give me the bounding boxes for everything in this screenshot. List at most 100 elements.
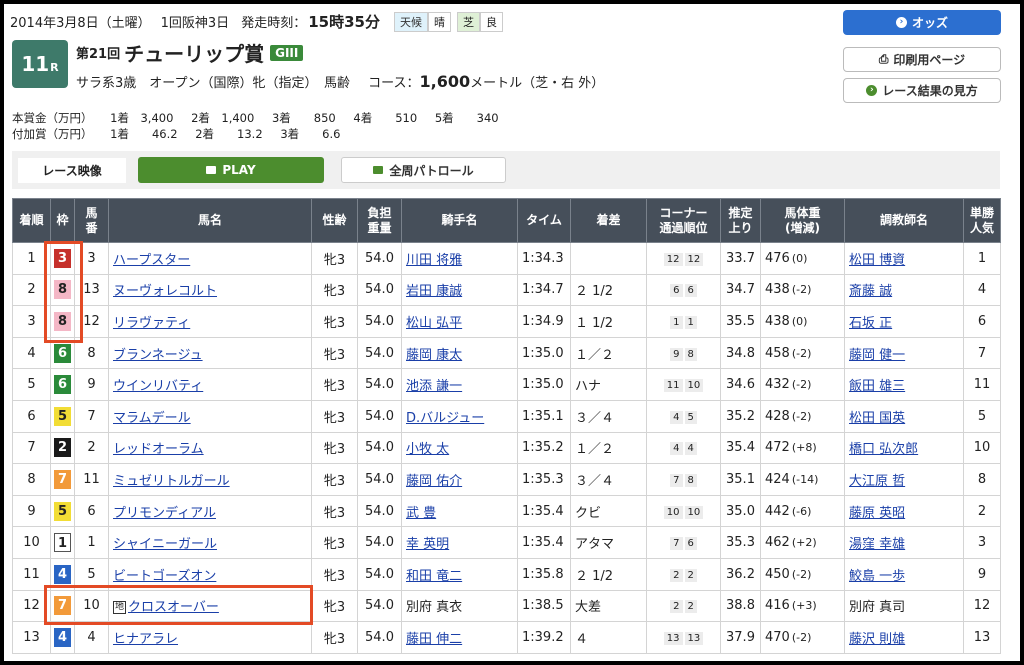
added-prize-label: 付加賞（万円）	[12, 127, 93, 141]
corner-1: 13	[663, 631, 683, 645]
finish-time-value: 1:35.4	[522, 503, 564, 519]
finish-time: 1:34.3	[517, 242, 571, 275]
body-weight: 416 (+3)	[760, 589, 845, 623]
trainer-link[interactable]: 橋口 弘次郎	[849, 442, 918, 457]
corner-positions: 76	[646, 526, 721, 559]
trainer-link[interactable]: 湯窪 幸雄	[849, 537, 905, 552]
finish-time-value: 1:38.5	[522, 598, 564, 614]
jockey-cell: 武 豊	[401, 494, 518, 528]
margin-value: アタマ	[575, 537, 615, 553]
body-weight-diff: (-2)	[791, 409, 812, 423]
play-video-button[interactable]: PLAY	[138, 157, 324, 183]
jockey-link[interactable]: 松山 弘平	[406, 316, 462, 331]
finish-position: 8	[12, 463, 51, 496]
finish-time: 1:35.0	[517, 336, 571, 370]
margin: 大差	[570, 589, 647, 623]
trainer-link[interactable]: 藤岡 健一	[849, 348, 905, 363]
jockey-link[interactable]: 武 豊	[406, 506, 436, 521]
horse-name-link[interactable]: シャイニーガール	[113, 537, 217, 552]
trainer-link[interactable]: 松田 博資	[849, 253, 905, 268]
horse-name-link[interactable]: マラムデール	[113, 411, 191, 426]
jockey-link[interactable]: 幸 英明	[406, 537, 449, 552]
odds-button[interactable]: › オッズ	[843, 10, 1001, 35]
carried-weight: 54.0	[357, 305, 402, 338]
corner-positions: 11	[646, 305, 721, 338]
body-weight-diff: (-2)	[791, 283, 812, 297]
trainer-link[interactable]: 斎藤 誠	[849, 284, 892, 299]
horse-number-value: 12	[83, 313, 100, 329]
waku-cell: 5	[50, 399, 75, 433]
margin: ４	[570, 621, 647, 654]
horse-name-link[interactable]: レッドオーラム	[113, 442, 204, 457]
horse-number: 12	[74, 305, 109, 338]
carried-weight-value: 54.0	[365, 503, 394, 519]
horse-name-link[interactable]: クロスオーバー	[128, 600, 219, 615]
trainer-link[interactable]: 藤原 英昭	[849, 506, 905, 521]
corner-2: 10	[684, 505, 704, 519]
table-row: 13 4 4 ヒナアラレ 牝3 54.0 藤田 伸二 1:39.2 ４ 13 13 37.9 470 (-…	[12, 621, 1001, 654]
horse-name-link[interactable]: ハープスター	[113, 253, 190, 268]
jockey-link[interactable]: 藤岡 康太	[406, 348, 462, 363]
print-page-button[interactable]: ⎙ 印刷用ページ	[843, 47, 1001, 72]
waku-badge: 4	[54, 627, 71, 647]
corner-2: 12	[684, 252, 704, 266]
horse-name-link[interactable]: ヌーヴォレコルト	[113, 284, 217, 299]
jockey-link[interactable]: 和田 竜二	[406, 569, 462, 584]
video-bar: レース映像 PLAY 全周パトロール	[12, 151, 1000, 189]
horse-name-cell: マラムデール	[108, 399, 312, 433]
horse-name-link[interactable]: プリモンディアル	[113, 506, 216, 521]
finish-position-value: 6	[27, 408, 36, 424]
race-number: 11	[21, 52, 50, 76]
popularity: 12	[963, 589, 1001, 623]
carried-weight: 54.0	[357, 273, 402, 307]
result-guide-button[interactable]: › レース結果の見方	[843, 78, 1001, 103]
carried-weight-value: 54.0	[365, 345, 394, 361]
corner-1: 12	[663, 252, 683, 266]
meeting-info: 1回阪神3日	[160, 16, 230, 31]
horse-name-cell: ミュゼリトルガール	[108, 463, 312, 496]
sex-age: 牝3	[311, 494, 358, 528]
finish-time-value: 1:39.2	[522, 629, 564, 645]
jockey-link[interactable]: 川田 将雅	[406, 253, 462, 268]
finish-position-value: 5	[27, 377, 36, 393]
jockey-name: 別府 真衣	[406, 600, 463, 616]
patrol-video-button[interactable]: 全周パトロール	[341, 157, 506, 183]
jockey-link[interactable]: 岩田 康誠	[406, 284, 462, 299]
margin-value: ２ 1/2	[575, 568, 614, 584]
horse-name-cell: ビートゴーズオン	[108, 557, 312, 591]
horse-name-link[interactable]: ブランネージュ	[113, 348, 203, 363]
horse-name-link[interactable]: ヒナアラレ	[113, 632, 178, 647]
table-row: 8 7 11 ミュゼリトルガール 牝3 54.0 藤岡 佑介 1:35.3 ３／４ 7 8 35.1 4…	[12, 463, 1001, 496]
horse-name-cell: ヌーヴォレコルト	[108, 273, 312, 307]
jockey-link[interactable]: D.バルジュー	[406, 411, 484, 426]
corner-2: 2	[684, 568, 697, 582]
horse-name-link[interactable]: リラヴァティ	[113, 316, 190, 331]
jockey-link[interactable]: 小牧 太	[406, 442, 449, 457]
corner-positions: 22	[646, 589, 721, 623]
trainer-link[interactable]: 大江原 哲	[849, 474, 905, 489]
body-weight-diff: (-2)	[791, 346, 812, 360]
body-weight: 472 (+8)	[760, 431, 845, 465]
horse-name-link[interactable]: ウインリバティ	[113, 379, 203, 394]
trainer-link[interactable]: 藤沢 則雄	[849, 632, 905, 647]
horse-name-link[interactable]: ビートゴーズオン	[113, 569, 216, 584]
main-prize-4: 4着 510	[353, 111, 418, 125]
jockey-link[interactable]: 池添 謙一	[406, 379, 462, 394]
corner-2: 6	[684, 537, 697, 551]
jockey-link[interactable]: 藤田 伸二	[406, 632, 462, 647]
trainer-link[interactable]: 鮫島 一歩	[849, 569, 905, 584]
popularity-value: 11	[973, 377, 991, 393]
waku-cell: 8	[50, 305, 75, 338]
finish-time: 1:38.5	[517, 589, 571, 623]
last-3f-value: 38.8	[726, 598, 755, 614]
corner-positions: 66	[646, 273, 721, 307]
trainer-link[interactable]: 石坂 正	[849, 316, 892, 331]
body-weight-value: 438	[765, 313, 790, 329]
trainer-link[interactable]: 松田 国英	[849, 411, 905, 426]
horse-number: 6	[74, 494, 109, 528]
trainer-link[interactable]: 飯田 雄三	[849, 379, 905, 394]
jockey-link[interactable]: 藤岡 佑介	[406, 474, 462, 489]
trainer-cell: 大江原 哲	[844, 463, 964, 496]
horse-name-link[interactable]: ミュゼリトルガール	[113, 474, 230, 489]
last-3f: 35.1	[720, 463, 761, 496]
